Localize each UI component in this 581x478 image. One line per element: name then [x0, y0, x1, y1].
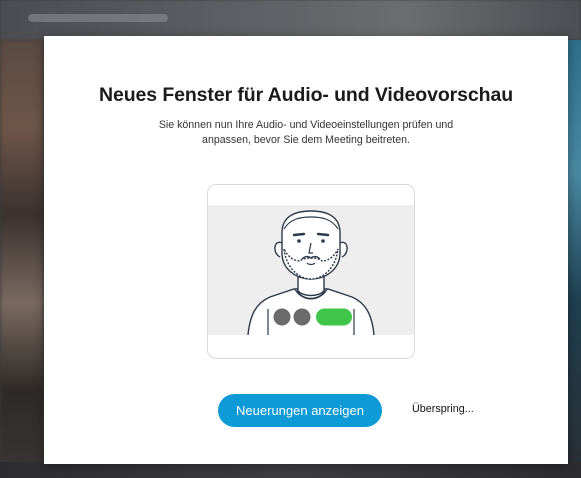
show-whats-new-button[interactable]: Neuerungen anzeigen [218, 394, 382, 427]
person-illustration [247, 210, 375, 335]
video-control-icon [293, 308, 311, 326]
background-video-tiles [0, 40, 44, 478]
background-title-text [28, 14, 168, 22]
call-control-icon [316, 308, 352, 326]
skip-button[interactable]: Überspring... [412, 403, 474, 415]
mic-control-icon [273, 308, 291, 326]
background-side-panel [567, 40, 581, 478]
background-bottom-bar [0, 462, 581, 478]
dialog-title: Neues Fenster für Audio- und Videovorsch… [98, 84, 514, 106]
audio-video-preview-dialog: Neues Fenster für Audio- und Videovorsch… [44, 36, 568, 464]
preview-illustration [207, 184, 415, 359]
dialog-description: Sie können nun Ihre Audio- und Videoeins… [158, 119, 454, 146]
